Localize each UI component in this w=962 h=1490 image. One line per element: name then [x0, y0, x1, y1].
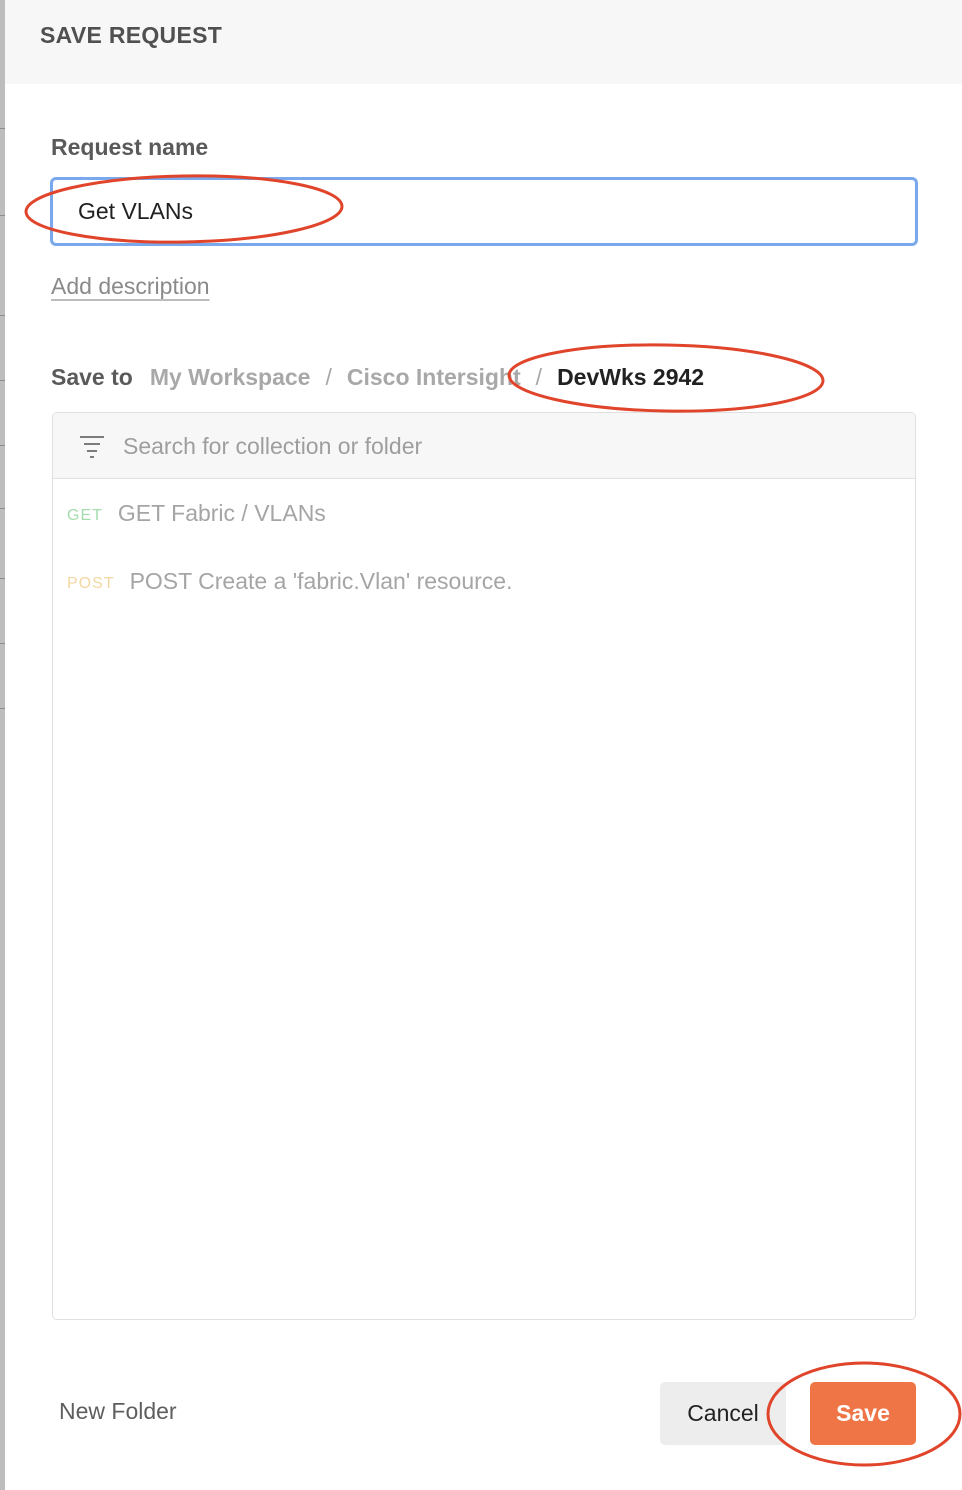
edge-divider — [0, 315, 5, 316]
breadcrumb-workspace[interactable]: My Workspace — [150, 364, 311, 391]
edge-divider — [0, 380, 5, 381]
save-request-modal-page: SAVE REQUEST Request name Add descriptio… — [0, 0, 962, 1490]
save-button[interactable]: Save — [810, 1382, 916, 1445]
edge-divider — [0, 215, 5, 216]
edge-divider — [0, 643, 5, 644]
edge-divider — [0, 708, 5, 709]
background-app-edge — [0, 0, 5, 1490]
save-to-breadcrumb: Save to My Workspace / Cisco Intersight … — [51, 361, 704, 393]
add-description-link[interactable]: Add description — [51, 273, 210, 300]
new-folder-button[interactable]: New Folder — [59, 1398, 177, 1425]
edge-divider — [0, 508, 5, 509]
list-item-request[interactable]: POST POST Create a 'fabric.Vlan' resourc… — [67, 564, 512, 598]
modal-header: SAVE REQUEST — [5, 0, 962, 84]
save-to-label: Save to — [51, 363, 133, 390]
request-name-input[interactable] — [50, 177, 918, 246]
edge-divider — [0, 578, 5, 579]
cancel-button[interactable]: Cancel — [660, 1382, 786, 1445]
breadcrumb-current-folder: DevWks 2942 — [557, 363, 705, 390]
method-badge-get: GET — [67, 507, 103, 524]
collection-browser: GET GET Fabric / VLANs POST POST Create … — [52, 412, 916, 1320]
breadcrumb-separator: / — [535, 363, 543, 390]
breadcrumb-separator: / — [325, 363, 332, 390]
edge-divider — [0, 445, 5, 446]
request-title: GET Fabric / VLANs — [117, 499, 326, 526]
collection-search-bar — [53, 413, 915, 479]
request-title: POST Create a 'fabric.Vlan' resource. — [129, 567, 513, 594]
modal-title: SAVE REQUEST — [40, 22, 223, 48]
filter-icon[interactable] — [79, 433, 105, 459]
breadcrumb-collection[interactable]: Cisco Intersight — [347, 364, 521, 391]
edge-divider — [0, 128, 5, 129]
request-name-label: Request name — [51, 134, 209, 160]
list-item-request[interactable]: GET GET Fabric / VLANs — [67, 496, 326, 530]
collection-search-input[interactable] — [123, 428, 883, 464]
method-badge-post: POST — [67, 575, 115, 592]
